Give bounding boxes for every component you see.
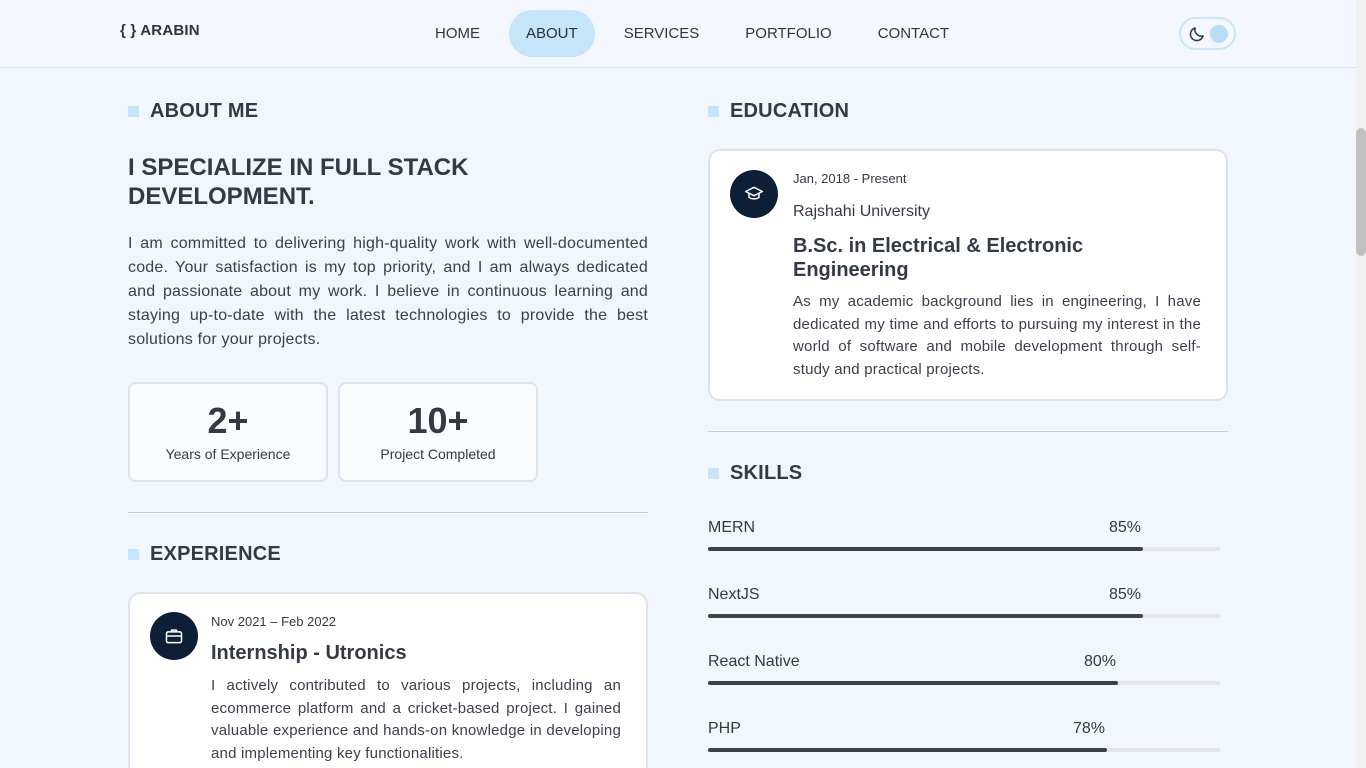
- scrollbar-track[interactable]: [1356, 0, 1366, 768]
- skill-bar-fill: [708, 547, 1143, 551]
- stat-card-projects: 10+ Project Completed: [338, 382, 538, 482]
- scrollbar-thumb[interactable]: [1356, 128, 1366, 256]
- education-description: As my academic background lies in engine…: [793, 293, 1201, 378]
- divider: [128, 512, 648, 513]
- stat-label: Project Completed: [380, 446, 496, 462]
- education-heading: EDUCATION: [708, 100, 849, 123]
- site-logo[interactable]: { } ARABIN: [120, 22, 200, 39]
- site-header: { } ARABIN HOME ABOUT SERVICES PORTFOLIO…: [0, 0, 1356, 68]
- skill-percent: 85%: [1109, 519, 1142, 536]
- skill-bar-fill: [708, 748, 1107, 752]
- about-heading: ABOUT ME: [128, 100, 258, 123]
- divider: [708, 431, 1228, 432]
- education-institution: Rajshahi University: [793, 203, 930, 220]
- main-nav: HOME ABOUT SERVICES PORTFOLIO CONTACT: [418, 10, 978, 57]
- about-paragraph: I am committed to delivering high-qualit…: [128, 235, 648, 348]
- skill-bar-fill: [708, 681, 1118, 685]
- heading-marker: [128, 106, 139, 117]
- experience-card: Nov 2021 – Feb 2022 Internship - Utronic…: [128, 592, 648, 768]
- nav-about[interactable]: ABOUT: [509, 10, 595, 57]
- theme-toggle[interactable]: [1179, 17, 1236, 50]
- heading-marker: [708, 106, 719, 117]
- skill-bar-fill: [708, 614, 1143, 618]
- about-tagline: I SPECIALIZE IN FULL STACK DEVELOPMENT.: [128, 154, 469, 210]
- experience-title: Internship - Utronics: [211, 642, 407, 664]
- briefcase-icon: [150, 612, 198, 660]
- nav-contact[interactable]: CONTACT: [861, 10, 966, 57]
- experience-date: Nov 2021 – Feb 2022: [211, 614, 337, 629]
- heading-marker: [128, 549, 139, 560]
- skill-name: MERN: [708, 519, 756, 536]
- skills-heading: SKILLS: [708, 462, 802, 485]
- skills-heading-text: SKILLS: [730, 462, 803, 484]
- skill-percent: 78%: [1073, 720, 1106, 737]
- experience-description: I actively contributed to various projec…: [211, 677, 621, 762]
- graduation-cap-icon: [730, 170, 778, 218]
- skill-percent: 85%: [1109, 586, 1142, 603]
- toggle-knob: [1210, 25, 1228, 43]
- skill-name: React Native: [708, 653, 800, 670]
- experience-heading: EXPERIENCE: [128, 543, 281, 566]
- education-heading-text: EDUCATION: [730, 100, 850, 122]
- moon-icon: [1189, 27, 1204, 42]
- skill-percent: 80%: [1084, 653, 1117, 670]
- stat-card-experience: 2+ Years of Experience: [128, 382, 328, 482]
- heading-marker: [708, 468, 719, 479]
- education-date: Jan, 2018 - Present: [793, 171, 907, 186]
- nav-services[interactable]: SERVICES: [607, 10, 717, 57]
- education-card: Jan, 2018 - Present Rajshahi University …: [708, 149, 1228, 401]
- about-heading-text: ABOUT ME: [150, 100, 259, 122]
- experience-heading-text: EXPERIENCE: [150, 543, 281, 565]
- nav-portfolio[interactable]: PORTFOLIO: [728, 10, 848, 57]
- stat-label: Years of Experience: [165, 446, 291, 462]
- skill-name: PHP: [708, 720, 741, 737]
- nav-home[interactable]: HOME: [418, 10, 497, 57]
- stat-value: 10+: [407, 400, 469, 441]
- skill-name: NextJS: [708, 586, 760, 603]
- education-degree: B.Sc. in Electrical & Electronic Enginee…: [793, 235, 1084, 281]
- stat-value: 2+: [207, 400, 249, 441]
